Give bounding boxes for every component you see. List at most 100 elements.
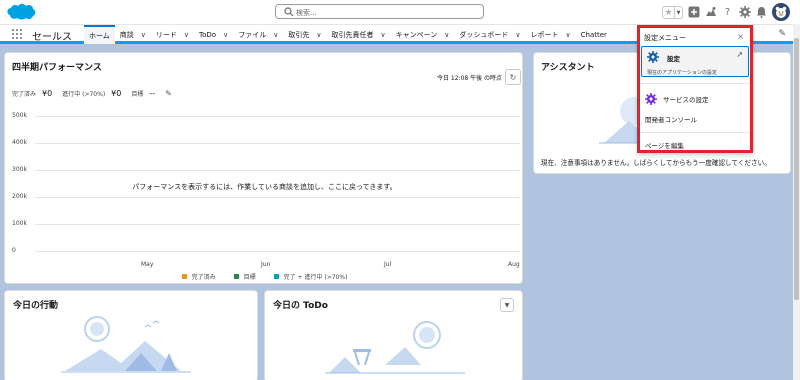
tab-label: ToDo [199,30,217,39]
y-tick-label: 100k [12,220,27,227]
trailhead-icon[interactable] [704,6,717,19]
menu-divider [640,83,750,84]
menu-item-label: サービスの設定 [663,96,709,104]
chevron-down-icon[interactable]: ∨ [515,31,520,39]
favorites-control[interactable]: ★ ▼ [662,5,683,19]
closed-value: ¥0 [42,89,53,98]
edit-goal-pencil-icon[interactable]: ✎ [165,89,172,98]
menu-item-edit-page[interactable]: ページを編集 [645,140,684,150]
tab-label: レポート [530,30,559,39]
tab-campaigns[interactable]: キャンペーン ∨ [391,25,455,44]
x-tick-label: Jun [261,261,271,268]
chevron-down-icon[interactable]: ∨ [223,31,228,39]
chart-gridline [35,251,520,252]
gear-icon[interactable] [738,6,751,19]
app-launcher-icon[interactable] [12,29,22,39]
legend-item: 目標 [233,272,256,281]
tab-label: 商談 [119,30,134,39]
chevron-down-icon[interactable]: ∨ [380,31,385,39]
tab-tasks[interactable]: ToDo ∨ [194,25,233,44]
search-icon [284,7,294,17]
y-tick-label: 500k [12,112,27,119]
bell-icon[interactable] [755,6,768,19]
chevron-down-icon[interactable]: ∨ [184,31,189,39]
tab-label: リード [155,30,177,39]
menu-item-label: ページを編集 [645,142,684,150]
menu-item-service-setup[interactable]: サービスの設定 [645,93,709,105]
card-title: 四半期パフォーマンス [12,63,102,73]
tab-accounts[interactable]: 取引先 ∨ [283,25,326,44]
quarterly-performance-card: 四半期パフォーマンス 今日 12:08 午後 の時点 ↻ 完了済み ¥0 進行中… [4,52,523,284]
card-title: アシスタント [541,63,595,73]
external-link-icon[interactable]: ↗ [736,50,743,59]
global-header: 検索... ★ ▼ ? [0,0,800,24]
tab-reports[interactable]: レポート ∨ [526,25,576,44]
user-avatar[interactable] [772,3,790,21]
close-icon[interactable]: × [737,32,744,41]
menu-item-label: 開発者コンソール [645,116,697,124]
y-tick-label: 0 [12,247,16,254]
y-tick-label: 300k [12,166,27,173]
tab-label: Chatter [580,30,607,39]
closed-label: 完了済み [12,91,37,98]
menu-divider [640,132,750,133]
legend-label: 完了済み [191,274,216,281]
app-name: セールス [32,32,72,43]
tab-dashboards[interactable]: ダッシュボード ∨ [454,25,525,44]
chevron-down-icon[interactable]: ∨ [316,31,321,39]
menu-item-label: 設定 [667,55,680,63]
chevron-down-icon[interactable]: ▼ [500,298,514,312]
edit-nav-pencil-icon[interactable]: ✎ [778,29,786,39]
chevron-down-icon[interactable]: ▼ [674,6,682,18]
chart-gridline [35,170,520,171]
tab-label: ホーム [89,31,110,40]
gear-icon [647,51,659,63]
tab-label: ファイル [238,30,267,39]
x-tick-label: Aug [508,261,520,268]
tab-label: 取引先 [288,30,310,39]
tab-label: キャンペーン [395,30,438,39]
card-title: 今日の行動 [13,301,59,311]
help-icon[interactable]: ? [721,6,734,19]
tab-label: ダッシュボード [459,30,509,39]
salesforce-logo[interactable] [5,3,37,21]
setup-menu: 設定メニュー × 設定 ↗ 現在のアプリケーションの設定 サービスの設定 開発者… [637,25,753,153]
tab-home[interactable]: ホーム [84,25,115,44]
legend-swatch [181,274,187,279]
goal-value: -- [149,89,156,98]
tab-chatter[interactable]: Chatter [576,25,612,44]
chevron-down-icon[interactable]: ∨ [141,31,146,39]
tab-files[interactable]: ファイル ∨ [233,25,283,44]
todays-tasks-card: 今日の ToDo ▼ [264,290,523,380]
tab-opportunities[interactable]: 商談 ∨ [115,25,151,44]
tab-contacts[interactable]: 取引先責任者 ∨ [326,25,390,44]
tab-leads[interactable]: リード ∨ [151,25,194,44]
tasks-illustration [325,321,465,374]
todays-events-card: 今日の行動 [4,290,258,380]
scrollbar-thumb[interactable] [794,38,799,300]
assistant-empty-message: 現在、注意事項はありません。しばらくしてからもう一度確認してください。 [541,159,771,167]
gear-icon [645,93,657,105]
performance-stats: 完了済み ¥0 進行中 (>70%) ¥0 目標 -- ✎ [12,89,172,98]
refresh-icon[interactable]: ↻ [505,69,521,85]
tab-label: 取引先責任者 [331,30,374,39]
open-value: ¥0 [111,89,122,98]
chevron-down-icon[interactable]: ∨ [566,31,571,39]
global-search[interactable]: 検索... [275,4,484,19]
x-tick-label: Jul [384,261,392,268]
star-icon[interactable]: ★ [663,7,674,18]
chart-gridline [35,143,520,144]
legend-swatch [233,274,239,279]
page-scrollbar[interactable] [793,24,800,380]
y-tick-label: 200k [12,193,27,200]
chevron-down-icon[interactable]: ∨ [273,31,278,39]
chart-legend: 完了済み 目標 完了 + 進行中 (>70%) [5,272,524,281]
global-actions-icon[interactable] [687,6,700,19]
menu-item-setup[interactable]: 設定 ↗ 現在のアプリケーションの設定 [641,46,749,77]
nav-tabs: ホーム 商談 ∨ リード ∨ ToDo ∨ ファイル ∨ 取引先 ∨ 取引先責任者 ∨ キャ… [84,25,612,44]
open-label: 進行中 (>70%) [62,91,106,98]
menu-item-description: 現在のアプリケーションの設定 [647,70,717,76]
chevron-down-icon[interactable]: ∨ [444,31,449,39]
chart-gridline [35,197,520,198]
menu-item-developer-console[interactable]: 開発者コンソール [645,114,697,124]
